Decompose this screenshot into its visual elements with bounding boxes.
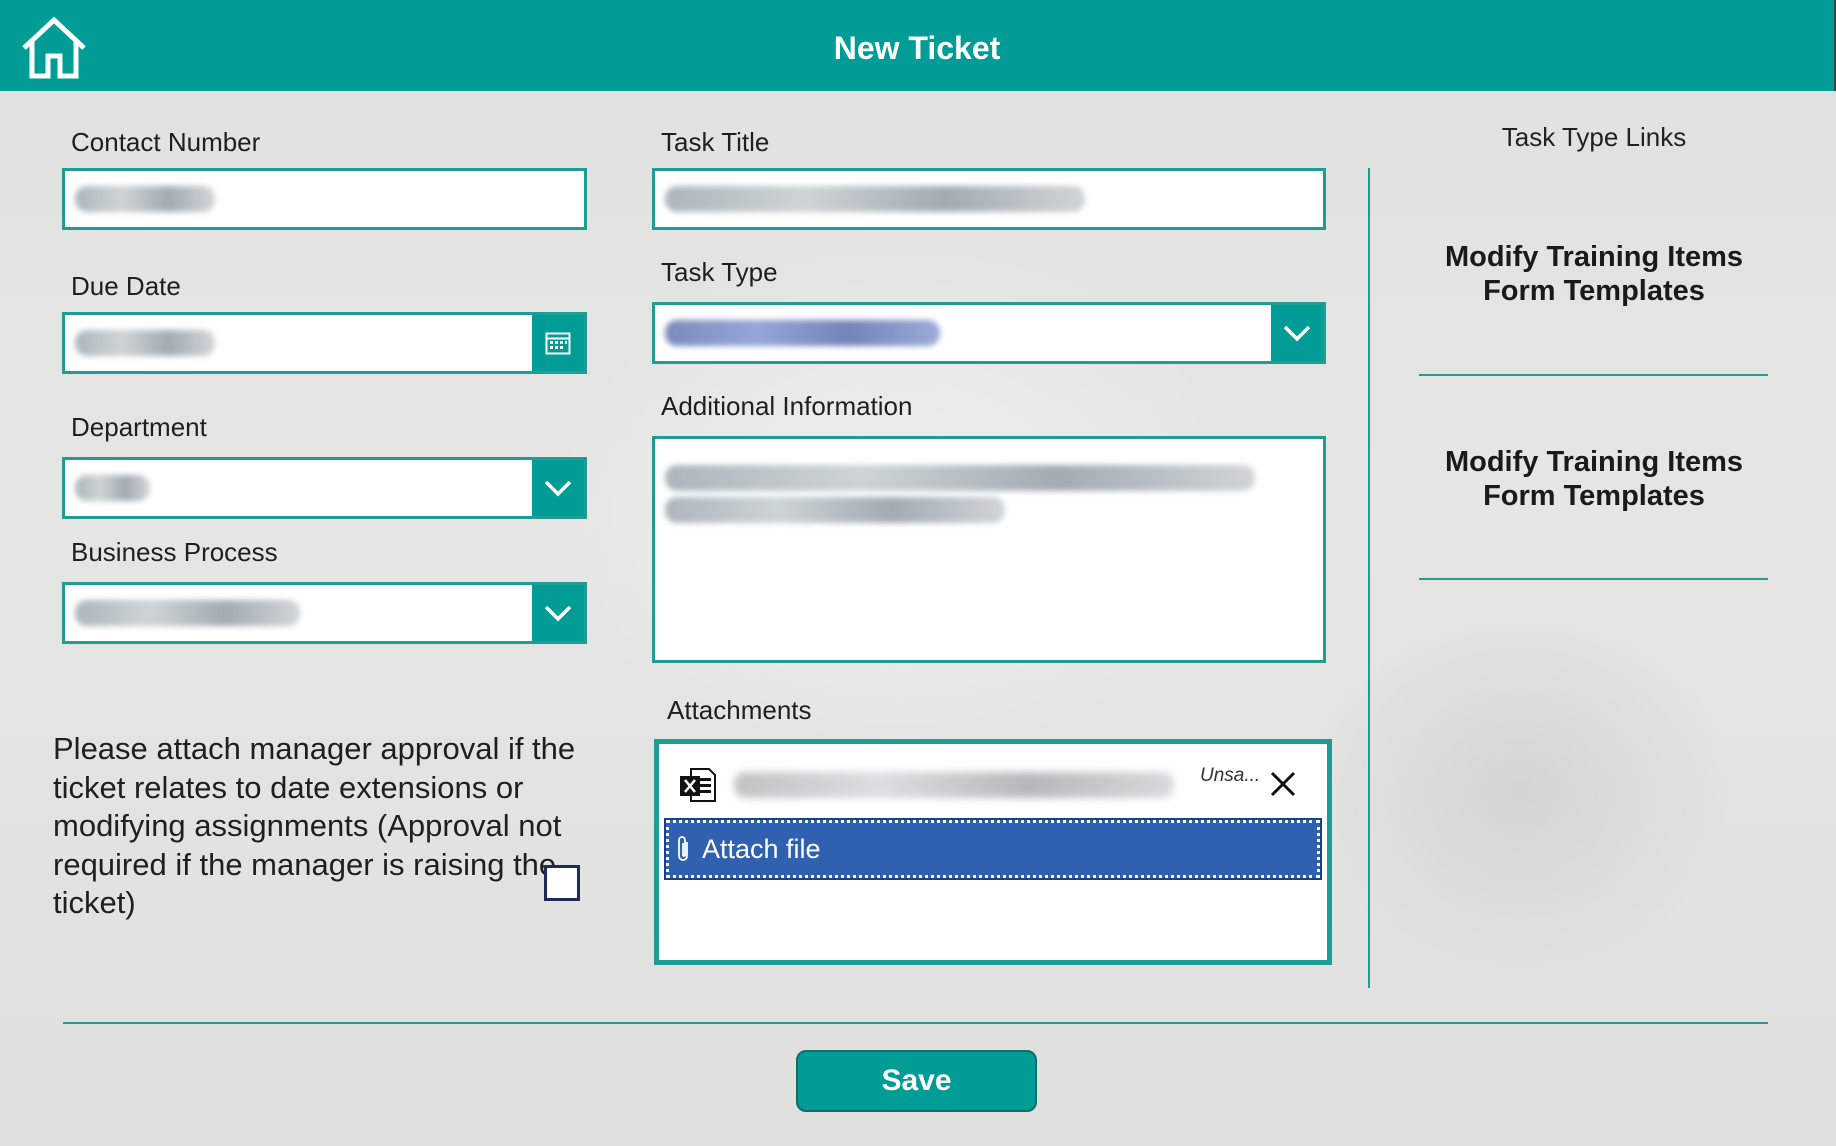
department-label: Department: [71, 412, 207, 442]
chevron-down-icon: [544, 480, 572, 497]
chevron-down-icon: [1283, 325, 1311, 342]
calendar-icon: [545, 332, 571, 355]
additional-information-label: Additional Information: [661, 391, 913, 421]
attachments-label: Attachments: [667, 695, 812, 725]
task-title-label: Task Title: [661, 127, 770, 157]
app-header: New Ticket: [0, 0, 1836, 91]
department-dropdown-button[interactable]: [532, 460, 584, 516]
footer-divider: [63, 1022, 1768, 1024]
excel-file-icon: [680, 768, 716, 802]
attachment-item[interactable]: Unsa...: [679, 760, 1317, 810]
paperclip-icon: [678, 836, 688, 861]
business-process-dropdown-button[interactable]: [532, 585, 584, 641]
department-dropdown[interactable]: [62, 457, 587, 519]
column-divider: [1368, 168, 1370, 988]
task-type-link-1[interactable]: Modify Training Items Form Templates: [1420, 240, 1768, 308]
task-title-value: [665, 186, 1085, 212]
page-title: New Ticket: [833, 30, 1001, 66]
department-value: [75, 475, 150, 501]
business-process-label: Business Process: [71, 537, 278, 567]
contact-number-label: Contact Number: [71, 127, 261, 157]
task-type-value: [665, 320, 940, 346]
due-date-label: Due Date: [71, 271, 181, 301]
save-button[interactable]: Save: [796, 1050, 1037, 1112]
task-type-label: Task Type: [661, 257, 778, 287]
business-process-value: [75, 600, 300, 626]
close-icon[interactable]: [1269, 770, 1297, 798]
task-type-links-heading: Task Type Links: [1501, 122, 1687, 152]
additional-information-textarea[interactable]: [652, 436, 1326, 663]
additional-information-line-2: [665, 497, 1005, 523]
due-date-input[interactable]: [62, 312, 587, 374]
attachments-control: Unsa... Attach file: [654, 739, 1332, 965]
attachment-status: Unsa...: [1200, 765, 1261, 786]
chevron-down-icon: [544, 605, 572, 622]
additional-information-line-1: [665, 465, 1255, 491]
attachment-file-name: [734, 772, 1174, 798]
task-title-input[interactable]: [652, 168, 1326, 230]
attach-file-button[interactable]: Attach file: [664, 818, 1322, 880]
contact-number-value: [75, 186, 215, 212]
contact-number-input[interactable]: [62, 168, 587, 230]
attach-file-label: Attach file: [702, 834, 821, 864]
task-type-dropdown[interactable]: [652, 302, 1326, 364]
link-divider-1: [1419, 374, 1768, 376]
task-type-dropdown-button[interactable]: [1271, 305, 1323, 361]
approval-checkbox[interactable]: [544, 865, 580, 901]
business-process-dropdown[interactable]: [62, 582, 587, 644]
calendar-button[interactable]: [532, 315, 584, 371]
task-type-link-2[interactable]: Modify Training Items Form Templates: [1420, 445, 1768, 513]
approval-note: Please attach manager approval if the ti…: [53, 731, 576, 920]
due-date-value: [75, 330, 215, 356]
link-divider-2: [1419, 578, 1768, 580]
